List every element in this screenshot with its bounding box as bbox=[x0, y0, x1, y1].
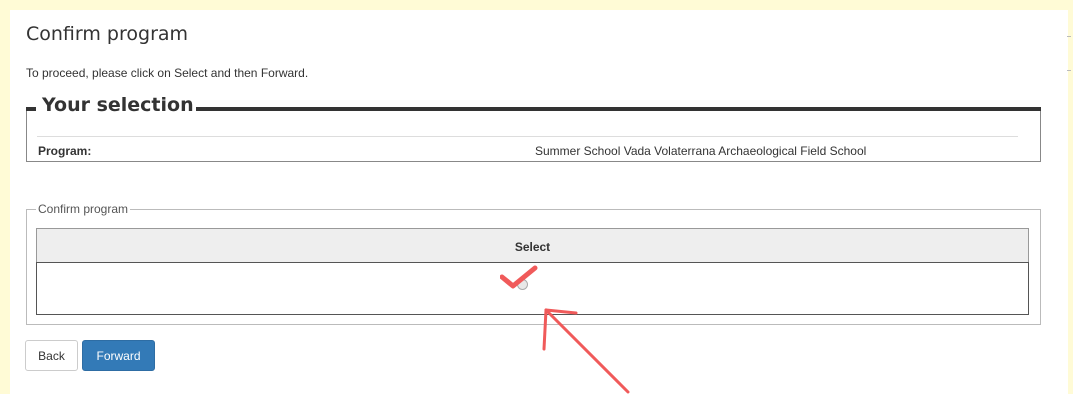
selection-legend: Your selection bbox=[40, 94, 196, 116]
arrow-annotation-icon bbox=[542, 308, 630, 394]
row-divider bbox=[37, 136, 1018, 137]
back-button[interactable]: Back bbox=[25, 340, 78, 371]
selection-fieldset bbox=[26, 108, 1041, 162]
program-label: Program: bbox=[38, 144, 92, 158]
instruction-text: To proceed, please click on Select and t… bbox=[26, 66, 309, 80]
fieldset-rule bbox=[178, 107, 1041, 111]
right-edge bbox=[1068, 0, 1073, 394]
program-value: Summer School Vada Volaterrana Archaeolo… bbox=[535, 144, 867, 158]
select-column-header: Select bbox=[36, 228, 1029, 262]
checkmark-annotation-icon bbox=[500, 265, 538, 289]
fieldset-rule bbox=[26, 107, 36, 111]
page-title: Confirm program bbox=[26, 23, 189, 45]
edge-tick bbox=[1067, 70, 1071, 71]
forward-button[interactable]: Forward bbox=[82, 340, 155, 371]
confirm-legend: Confirm program bbox=[36, 202, 131, 216]
edge-tick bbox=[1067, 36, 1071, 37]
